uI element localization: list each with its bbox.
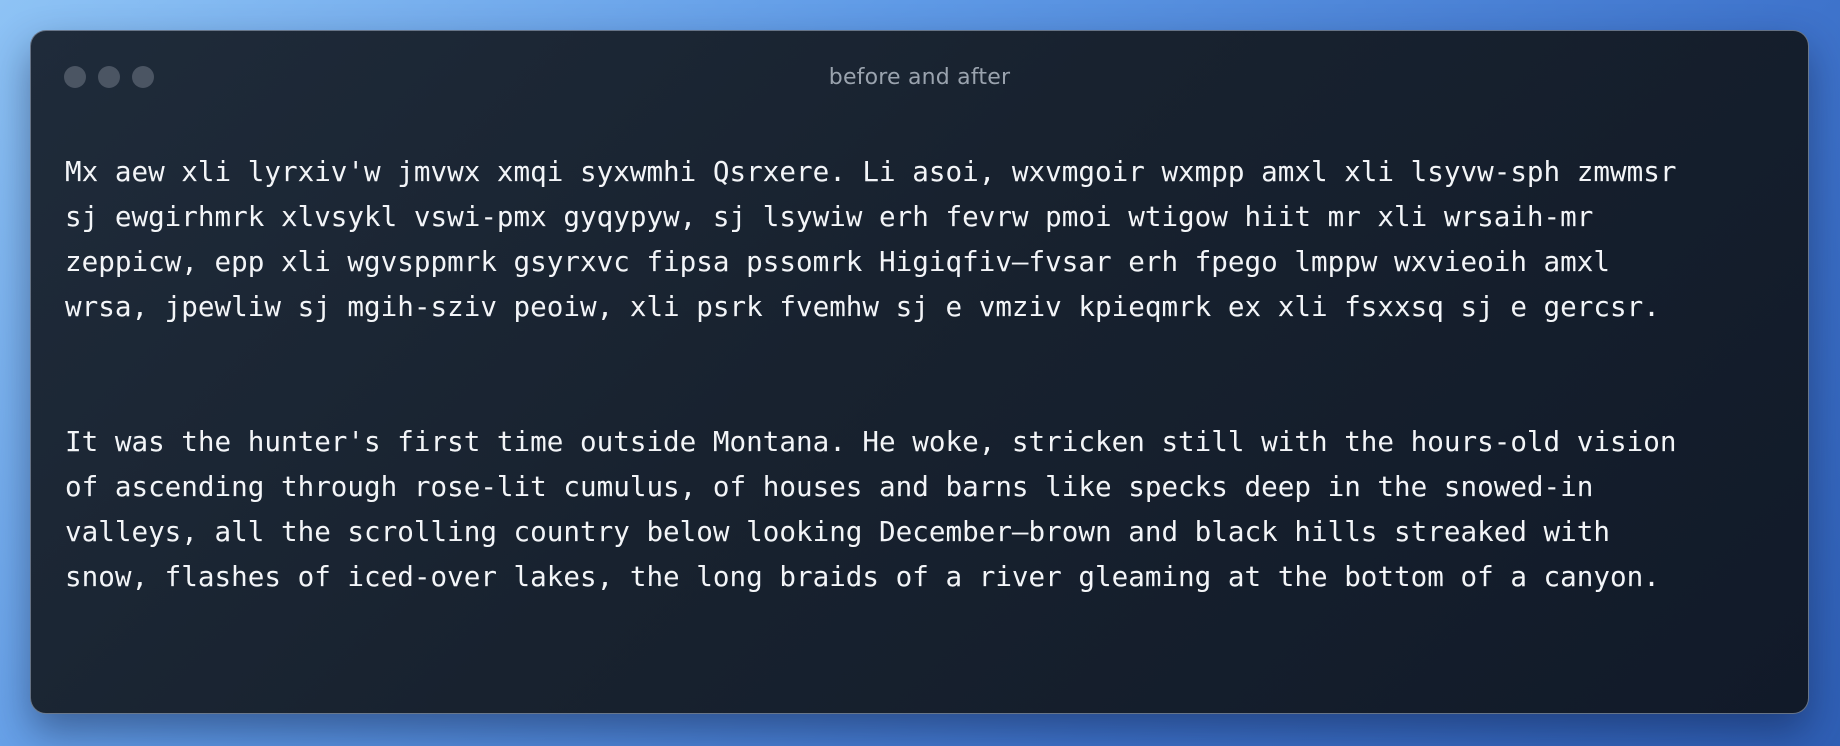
editor-window: before and after Mx aew xli lyrxiv'w jmv… xyxy=(30,30,1809,714)
paragraph-plain: It was the hunter's first time outside M… xyxy=(65,425,1694,593)
text-content[interactable]: Mx aew xli lyrxiv'w jmvwx xmqi syxwmhi Q… xyxy=(31,127,1737,599)
window-title: before and after xyxy=(828,65,1011,90)
paragraph-encoded: Mx aew xli lyrxiv'w jmvwx xmqi syxwmhi Q… xyxy=(65,155,1694,323)
title-bar: before and after xyxy=(31,31,1808,127)
